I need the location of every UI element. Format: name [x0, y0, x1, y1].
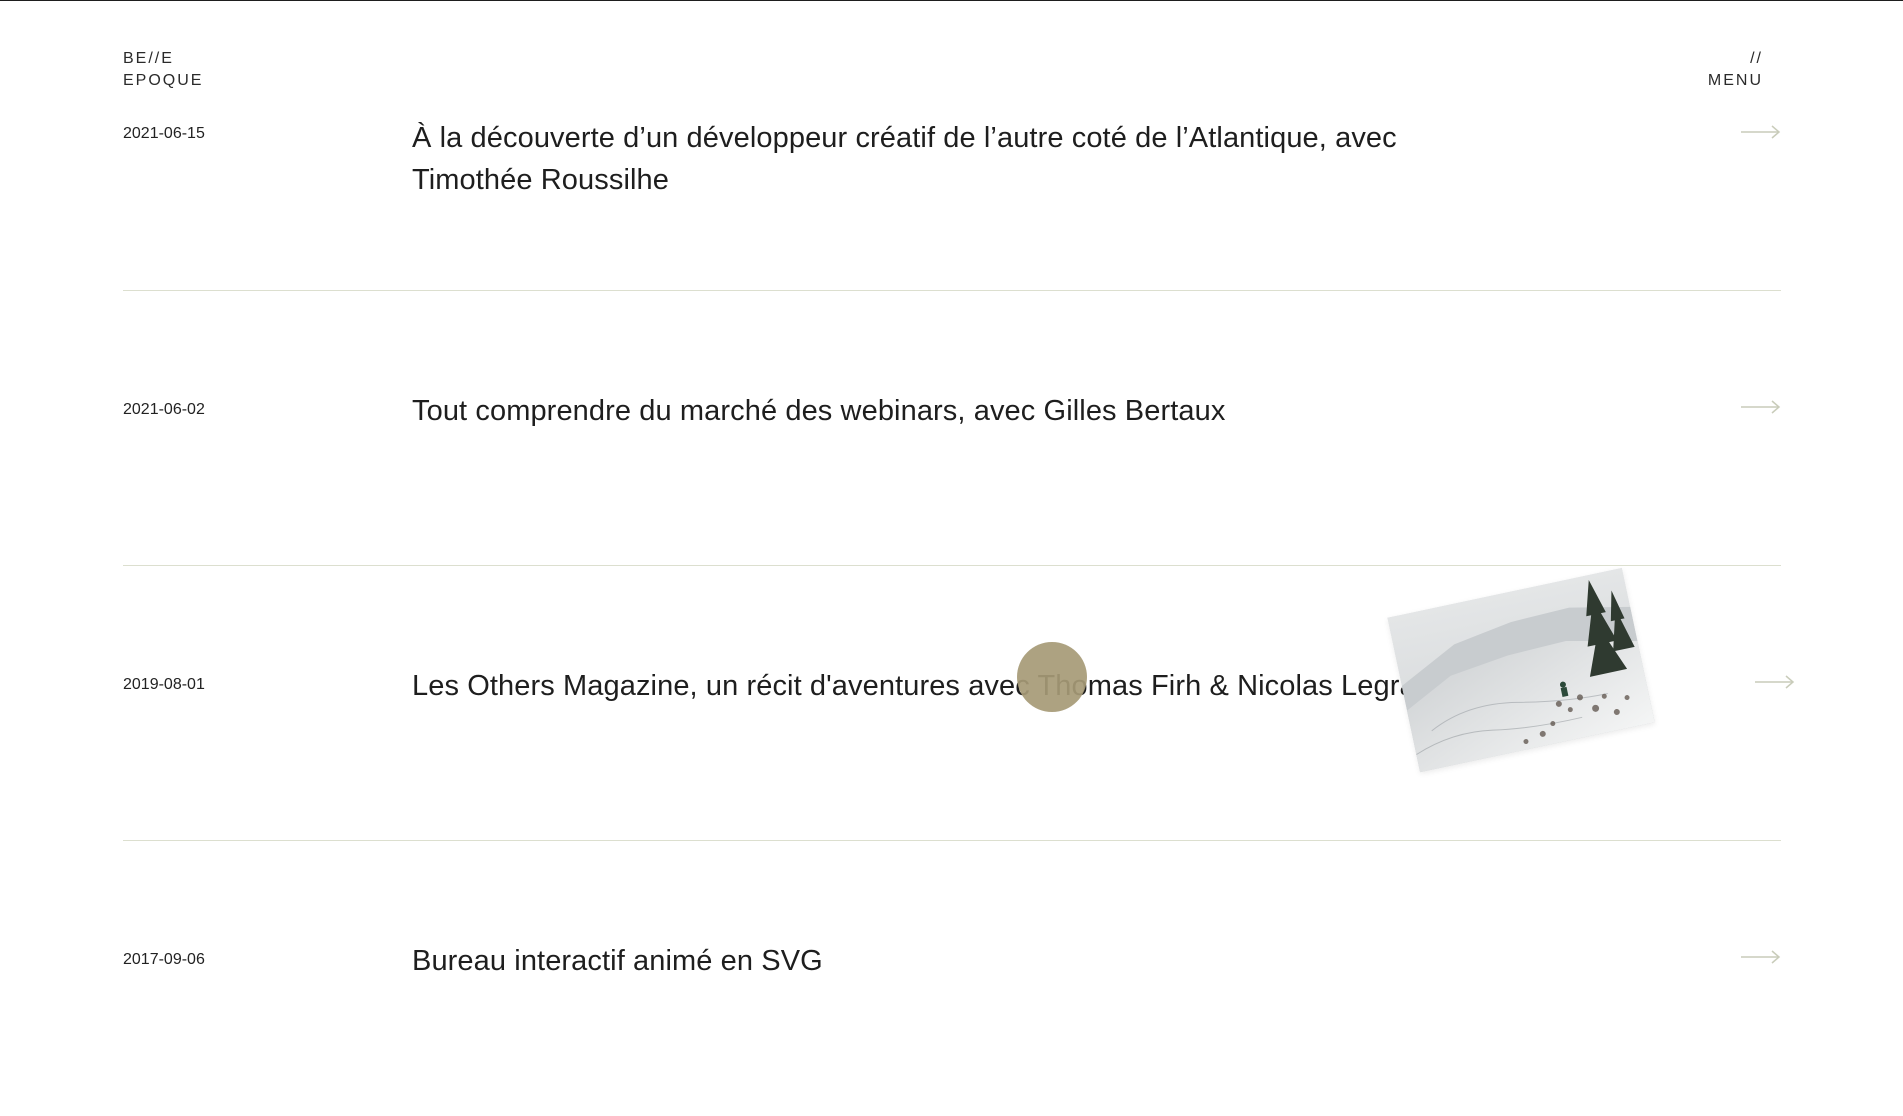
article-title[interactable]: À la découverte d’un développeur créatif…	[412, 117, 1482, 201]
article-row[interactable]: 2017-09-06 Bureau interactif animé en SV…	[123, 841, 1781, 1116]
article-title[interactable]: Tout comprendre du marché des webinars, …	[412, 390, 1482, 432]
arrow-right-icon[interactable]	[1741, 125, 1781, 139]
arrow-right-icon[interactable]	[1755, 675, 1795, 689]
article-date: 2021-06-02	[123, 401, 205, 418]
article-row[interactable]: 2021-06-02 Tout comprendre du marché des…	[123, 291, 1781, 566]
article-row[interactable]: 2021-06-15 À la découverte d’un développ…	[123, 16, 1781, 291]
article-date: 2017-09-06	[123, 951, 205, 968]
article-date: 2021-06-15	[123, 125, 205, 142]
arrow-right-icon[interactable]	[1741, 400, 1781, 414]
arrow-right-icon[interactable]	[1741, 950, 1781, 964]
article-title[interactable]: Les Others Magazine, un récit d'aventure…	[412, 665, 1562, 707]
article-title[interactable]: Bureau interactif animé en SVG	[412, 940, 1482, 982]
article-date: 2019-08-01	[123, 676, 205, 693]
